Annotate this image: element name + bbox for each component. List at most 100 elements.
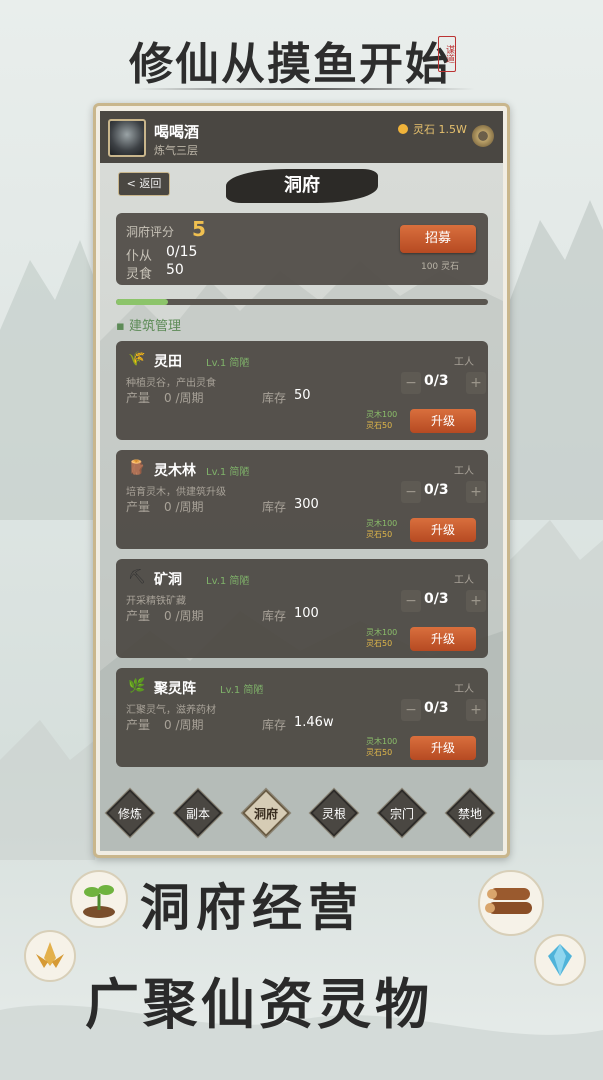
score-label: 洞府评分 [126,225,175,239]
bottom-nav: 修炼 副本 洞府 灵根 宗门 禁地 [104,787,498,839]
profile-bar: 喝喝酒 炼气三层 灵石 1.5W [100,111,503,163]
game-title: 修仙从摸鱼开始 [129,39,451,90]
worker-minus-button[interactable]: − [401,699,421,721]
settings-gear-icon[interactable] [472,125,494,147]
worker-count: 0/3 [424,373,449,389]
building-desc: 培育灵木，供建筑升级 [126,487,226,498]
nav-tab[interactable]: 禁地 [444,787,496,839]
nav-tab-label: 洞府 [253,807,278,821]
herb-icon: 🌿 [128,678,146,694]
nav-tab[interactable]: 修炼 [104,787,156,839]
nav-tab[interactable]: 灵根 [308,787,360,839]
production-label: 产量 [126,500,151,514]
worker-plus-button[interactable]: + [466,699,486,721]
worker-label: 工人 [454,357,474,368]
upgrade-button[interactable]: 升级 [410,627,476,651]
stock-label: 库存 [262,718,287,732]
building-level: Lv.1 简陋 [206,467,250,478]
upgrade-cost-stone: 灵石50 [366,748,393,757]
building-name: 灵木林 [154,463,196,479]
production-value: 0 /周期 [164,609,204,623]
upgrade-cost-wood: 灵木100 [366,737,398,746]
pickaxe-icon: ⛏ [128,569,146,585]
stock-value: 300 [294,497,319,512]
back-button[interactable]: < 返回 [118,172,170,196]
building-name: 聚灵阵 [154,681,196,697]
servant-value: 0/15 [166,244,198,260]
building-name: 矿洞 [154,572,182,588]
worker-label: 工人 [454,684,474,695]
recruit-button[interactable]: 招募 [400,225,476,253]
worker-plus-button[interactable]: + [466,372,486,394]
coin-icon [398,124,408,134]
nav-tab-label: 副本 [185,807,210,821]
worker-count: 0/3 [424,700,449,716]
production-label: 产量 [126,609,151,623]
score-value: 5 [192,217,206,241]
food-value: 50 [166,262,184,278]
worker-count: 0/3 [424,482,449,498]
progress-fill [116,299,169,305]
upgrade-cost-stone: 灵石50 [366,639,393,648]
player-realm: 炼气三层 [154,144,198,157]
player-avatar[interactable] [108,119,146,157]
servant-label: 仆从 [126,249,153,264]
upgrade-button[interactable]: 升级 [410,518,476,542]
page-title: 洞府 [226,169,378,203]
nav-tab[interactable]: 副本 [172,787,224,839]
upgrade-cost-wood: 灵木100 [366,519,398,528]
upgrade-cost-wood: 灵木100 [366,628,398,637]
building-desc: 种植灵谷，产出灵食 [126,378,216,389]
sprout-icon [70,870,128,928]
player-name: 喝喝酒 [154,123,200,141]
production-value: 0 /周期 [164,718,204,732]
section-title: ▪ 建筑管理 [116,319,181,334]
upgrade-cost-stone: 灵石50 [366,421,393,430]
upgrade-cost-wood: 灵木100 [366,410,398,419]
stock-label: 库存 [262,609,287,623]
food-label: 灵食 [126,267,153,282]
tagline-line2: 广聚仙资灵物 [85,972,433,1036]
nav-tab-label: 灵根 [321,807,346,821]
production-label: 产量 [126,391,151,405]
nav-tab[interactable]: 洞府 [240,787,292,839]
title-underline [135,88,475,90]
stock-label: 库存 [262,391,287,405]
building-card: ⛏ 矿洞 Lv.1 简陋 开采精铁矿藏 产量 0 /周期 库存 100 工人 −0/3 + 灵木100… [116,559,488,658]
building-card: 🌾 灵田 Lv.1 简陋 种植灵谷，产出灵食 产量 0 /周期 库存 50 工人 −0/3 + 灵木1… [116,341,488,440]
building-card: 🌿 聚灵阵 Lv.1 简陋 汇聚灵气，滋养药材 产量 0 /周期 库存 1.46w 工人 −0/3… [116,668,488,767]
worker-plus-button[interactable]: + [466,590,486,612]
building-desc: 汇聚灵气，滋养药材 [126,705,216,716]
log-pile-icon [478,870,544,936]
building-level: Lv.1 简陋 [206,358,250,369]
production-value: 0 /周期 [164,391,204,405]
worker-label: 工人 [454,575,474,586]
worker-minus-button[interactable]: − [401,590,421,612]
section-title-text: 建筑管理 [128,319,181,334]
production-value: 0 /周期 [164,500,204,514]
upgrade-button[interactable]: 升级 [410,409,476,433]
building-card: 🪵 灵木林 Lv.1 简陋 培育灵木，供建筑升级 产量 0 /周期 库存 300 工人 −0/3 +… [116,450,488,549]
lotus-icon [24,930,76,982]
nav-tab[interactable]: 宗门 [376,787,428,839]
game-screen: 喝喝酒 炼气三层 灵石 1.5W < 返回 洞府 洞府评分 5 仆从 0/15 … [100,111,503,851]
worker-minus-button[interactable]: − [401,372,421,394]
worker-minus-button[interactable]: − [401,481,421,503]
recruit-cost: 100 灵石 [420,262,460,272]
tagline-line1: 洞府经营 [140,878,364,937]
cave-summary-panel: 洞府评分 5 仆从 0/15 灵食 50 招募 100 灵石 [116,213,488,285]
worker-plus-button[interactable]: + [466,481,486,503]
nav-tab-label: 宗门 [389,807,414,821]
spirit-stone-balance: 灵石 1.5W [413,123,467,136]
stock-value: 100 [294,606,319,621]
rice-icon: 🌾 [128,351,146,367]
title-seal: 谋道 [438,36,456,72]
nav-tab-label: 禁地 [457,807,482,821]
progress-bar [116,299,488,305]
building-level: Lv.1 简陋 [206,576,250,587]
stock-label: 库存 [262,500,287,514]
upgrade-button[interactable]: 升级 [410,736,476,760]
worker-label: 工人 [454,466,474,477]
spirit-gem-icon [534,934,586,986]
building-level: Lv.1 简陋 [220,685,264,696]
